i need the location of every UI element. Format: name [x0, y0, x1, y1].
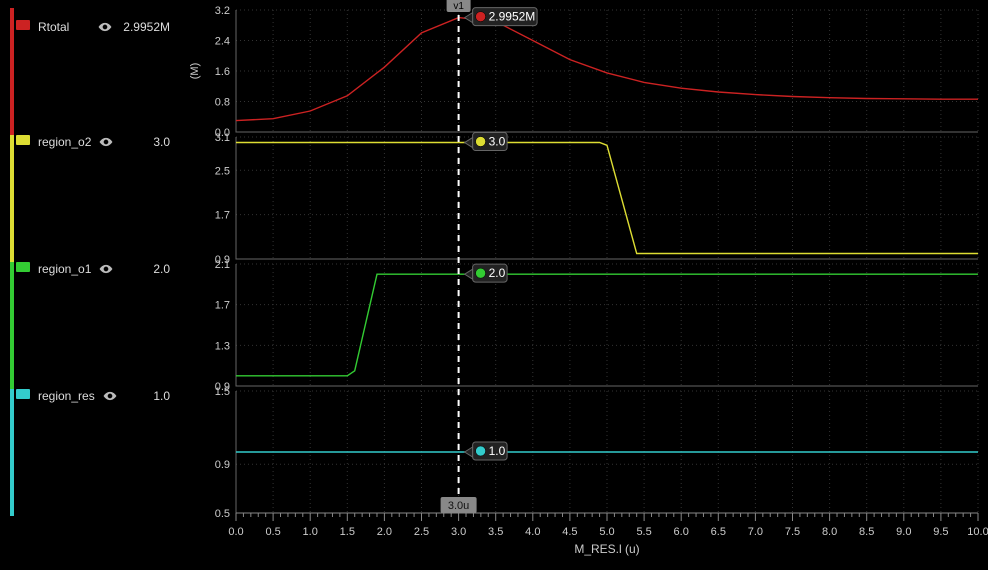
svg-text:2.5: 2.5 [215, 165, 230, 177]
svg-text:1.3: 1.3 [215, 340, 230, 352]
legend-value: 2.9952M [120, 20, 170, 34]
legend-edge [10, 389, 14, 516]
svg-text:2.9952M: 2.9952M [489, 10, 536, 24]
svg-text:0.9: 0.9 [215, 459, 230, 471]
plot-area[interactable]: 0.00.81.62.43.2(M)0.91.72.53.10.91.31.72… [180, 0, 988, 570]
legend-edge [10, 262, 14, 389]
svg-text:2.0: 2.0 [377, 526, 392, 538]
svg-text:9.5: 9.5 [933, 526, 948, 538]
svg-text:1.7: 1.7 [215, 210, 230, 222]
legend-row-res[interactable]: region_res 1.0 [10, 389, 170, 516]
svg-text:M_RES.l (u): M_RES.l (u) [574, 542, 639, 556]
visibility-icon[interactable] [103, 389, 117, 403]
svg-text:7.5: 7.5 [785, 526, 800, 538]
visibility-icon[interactable] [98, 20, 112, 34]
svg-text:2.0: 2.0 [489, 266, 506, 280]
svg-text:7.0: 7.0 [748, 526, 763, 538]
svg-text:3.0u: 3.0u [448, 500, 469, 512]
svg-text:1.5: 1.5 [215, 386, 230, 398]
legend-name: region_o1 [38, 262, 91, 276]
svg-text:3.0: 3.0 [489, 135, 506, 149]
svg-text:(M): (M) [189, 63, 201, 80]
svg-text:1.7: 1.7 [215, 300, 230, 312]
legend-swatch [16, 389, 30, 399]
legend-swatch [16, 20, 30, 30]
svg-text:3.2: 3.2 [215, 5, 230, 17]
legend-value: 3.0 [121, 135, 170, 149]
svg-text:2.1: 2.1 [215, 259, 230, 271]
legend-name: Rtotal [38, 20, 90, 34]
plot-svg: 0.00.81.62.43.2(M)0.91.72.53.10.91.31.72… [180, 0, 988, 570]
svg-text:1.5: 1.5 [340, 526, 355, 538]
svg-text:2.4: 2.4 [215, 36, 230, 48]
data-marker[interactable]: 3.0 [465, 133, 508, 151]
svg-text:9.0: 9.0 [896, 526, 911, 538]
svg-text:v1: v1 [453, 1, 464, 12]
legend-sidebar: Rtotal 2.9952M region_o2 3.0 region_o1 2… [0, 0, 180, 570]
legend-name: region_o2 [38, 135, 91, 149]
legend-edge [10, 135, 14, 262]
legend-row-rtotal[interactable]: Rtotal 2.9952M [10, 8, 170, 135]
svg-text:5.0: 5.0 [599, 526, 614, 538]
svg-text:8.0: 8.0 [822, 526, 837, 538]
svg-text:0.0: 0.0 [228, 526, 243, 538]
svg-text:1.6: 1.6 [215, 66, 230, 78]
legend-value: 2.0 [121, 262, 170, 276]
visibility-icon[interactable] [99, 135, 113, 149]
svg-text:1.0: 1.0 [489, 444, 506, 458]
svg-text:10.0: 10.0 [967, 526, 988, 538]
svg-text:3.1: 3.1 [215, 132, 230, 144]
legend-value: 1.0 [125, 389, 170, 403]
legend-edge [10, 8, 14, 135]
svg-text:4.5: 4.5 [562, 526, 577, 538]
data-marker[interactable]: 2.0 [465, 264, 508, 282]
legend-swatch [16, 262, 30, 272]
visibility-icon[interactable] [99, 262, 113, 276]
legend-row-o1[interactable]: region_o1 2.0 [10, 262, 170, 389]
svg-text:2.5: 2.5 [414, 526, 429, 538]
svg-text:8.5: 8.5 [859, 526, 874, 538]
svg-text:6.5: 6.5 [711, 526, 726, 538]
svg-text:6.0: 6.0 [674, 526, 689, 538]
data-marker[interactable]: 1.0 [465, 442, 508, 460]
legend-row-o2[interactable]: region_o2 3.0 [10, 135, 170, 262]
svg-text:0.5: 0.5 [265, 526, 280, 538]
svg-text:0.5: 0.5 [215, 508, 230, 520]
legend-swatch [16, 135, 30, 145]
svg-text:3.0: 3.0 [451, 526, 466, 538]
svg-text:0.8: 0.8 [215, 97, 230, 109]
svg-text:5.5: 5.5 [636, 526, 651, 538]
data-marker[interactable]: 2.9952M [465, 8, 537, 26]
svg-text:1.0: 1.0 [303, 526, 318, 538]
svg-text:4.0: 4.0 [525, 526, 540, 538]
svg-text:3.5: 3.5 [488, 526, 503, 538]
legend-name: region_res [38, 389, 95, 403]
